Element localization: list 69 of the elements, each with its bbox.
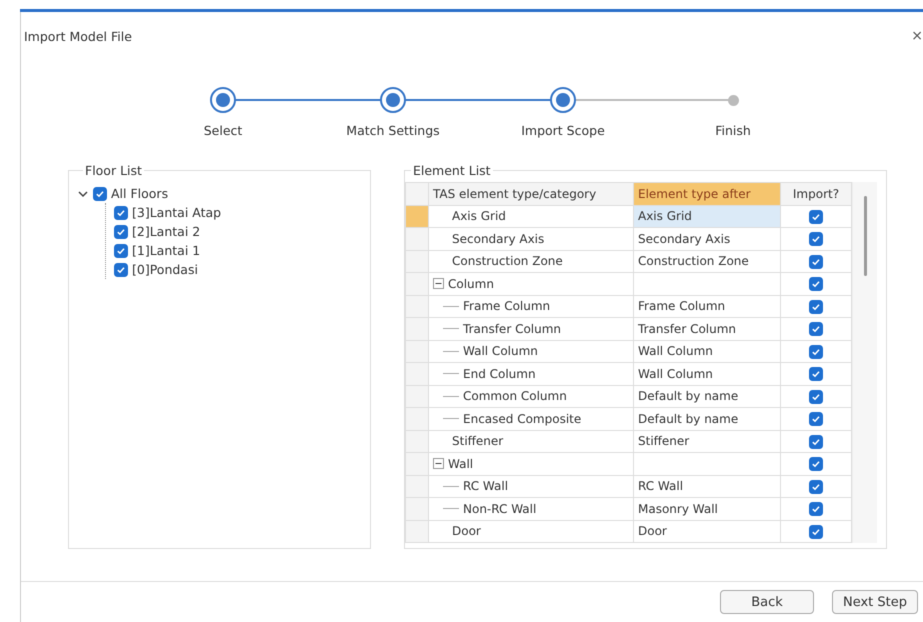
collapse-icon[interactable] [433,458,444,470]
checkbox[interactable] [809,367,823,382]
step-label: Finish [715,123,751,138]
group-title: Floor List [84,163,143,178]
checkbox[interactable] [809,390,823,404]
close-button[interactable]: × [911,28,923,44]
checkbox[interactable] [809,344,823,359]
table-cell: Door [634,520,780,542]
tree-item[interactable]: [1]Lantai 1 [132,243,200,258]
scrollbar[interactable] [852,182,877,543]
step-label: Select [204,123,242,138]
table-cell: Construction Zone [428,250,634,272]
column-header: Element type after [634,182,780,205]
table-cell: Stiffener [428,430,634,452]
table-cell: Wall Column [634,362,780,385]
table-cell: Wall Column [428,340,634,362]
checkbox[interactable] [93,186,107,200]
step-label: Import Scope [521,123,605,138]
checkbox[interactable] [809,457,823,472]
checkbox[interactable] [114,262,128,276]
table-cell: Common Column [428,385,634,408]
checkbox[interactable] [809,412,823,426]
column-header: TAS element type/category [428,182,634,205]
table-cell: Frame Column [428,295,634,318]
table-cell: End Column [428,362,634,385]
table-cell: Frame Column [634,295,780,318]
table-cell: Construction Zone [634,250,780,272]
checkbox[interactable] [809,210,823,224]
table-cell: Wall Column [634,340,780,362]
checkbox[interactable] [809,480,823,494]
table-cell: Default by name [634,408,780,430]
tree-item[interactable]: All Floors [111,186,168,201]
step-label: Match Settings [346,123,440,138]
tree-item[interactable]: [2]Lantai 2 [132,224,200,239]
group-title: Element List [412,163,492,178]
table-cell: Wall [428,452,634,475]
checkbox[interactable] [809,322,823,336]
checkbox[interactable] [809,524,823,539]
table-cell: Masonry Wall [634,498,780,520]
checkbox[interactable] [114,224,128,238]
checkbox[interactable] [809,254,823,269]
table-cell: Door [428,520,634,542]
checkbox[interactable] [114,244,128,258]
tree-item[interactable]: [3]Lantai Atap [132,205,222,220]
window-title: Import Model File [24,28,132,44]
table-cell: RC Wall [428,475,634,498]
column-header: Import? [780,182,852,205]
table-cell: RC Wall [634,475,780,498]
table-cell: Encased Composite [428,408,634,430]
table-cell: Default by name [634,385,780,408]
table-cell: Transfer Column [428,318,634,340]
back-button[interactable]: Back [720,590,814,614]
checkbox[interactable] [809,232,823,246]
collapse-icon[interactable] [433,278,444,290]
table-cell: Stiffener [634,430,780,452]
table-cell: Column [428,272,634,295]
tree-item[interactable]: [0]Pondasi [132,262,198,277]
table-cell: Secondary Axis [634,228,780,250]
table-cell: Secondary Axis [428,228,634,250]
checkbox[interactable] [809,434,823,449]
checkbox[interactable] [809,300,823,314]
checkbox[interactable] [809,502,823,516]
table-cell: Axis Grid [428,205,634,228]
table-cell: Non-RC Wall [428,498,634,520]
next-button[interactable]: Next Step [832,590,918,614]
checkbox[interactable] [809,277,823,292]
checkbox[interactable] [114,206,128,220]
table-cell: Transfer Column [634,318,780,340]
table-cell: Axis Grid [634,205,780,228]
